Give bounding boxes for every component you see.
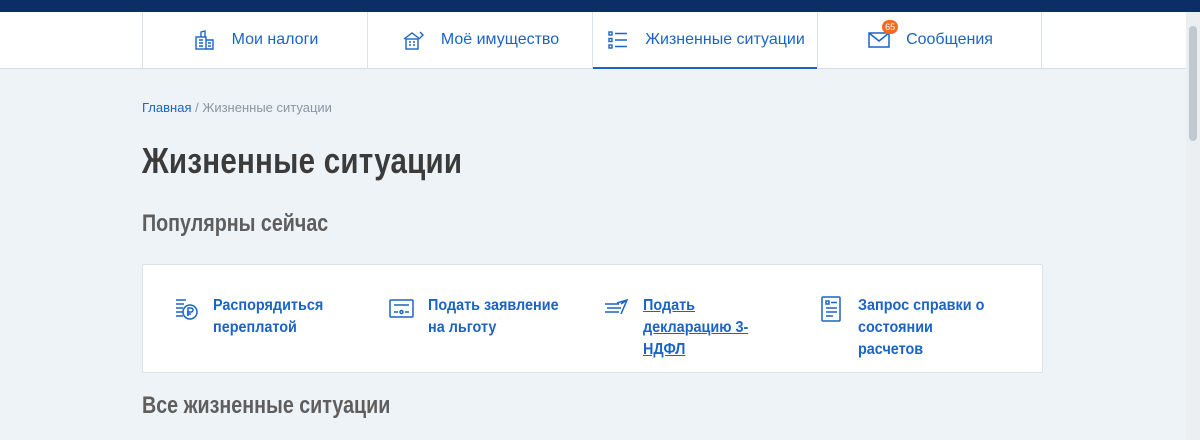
popular-section-title: Популярны сейчас <box>142 210 329 237</box>
vertical-scrollbar[interactable] <box>1186 12 1200 440</box>
breadcrumb: Главная / Жизненные ситуации <box>142 100 332 115</box>
page-title: Жизненные ситуации <box>142 140 463 181</box>
list-icon <box>605 28 631 52</box>
main-nav: Мои налоги Моё имущество Жизненные ситуа… <box>142 12 1043 69</box>
nav-item-label: Сообщения <box>906 31 993 48</box>
popular-item-settlement-certificate[interactable]: Запрос справки о состоянии расчетов <box>818 295 1008 361</box>
popular-item-label: Запрос справки о состоянии расчетов <box>858 297 985 358</box>
popular-item-label: Подать заявление на льготу <box>428 297 559 336</box>
breadcrumb-home-link[interactable]: Главная <box>142 100 191 115</box>
tax-building-icon <box>192 28 218 52</box>
nav-item-label: Жизненные ситуации <box>645 31 805 48</box>
ruble-coin-icon <box>173 295 201 323</box>
declaration-icon <box>603 295 631 323</box>
popular-situations-card: Распорядиться переплатой Подать заявлени… <box>142 264 1043 373</box>
nav-item-label: Моё имущество <box>440 31 560 48</box>
popular-item-label: Подать декларацию 3-НДФЛ <box>643 297 749 358</box>
top-header-band <box>0 0 1200 12</box>
breadcrumb-current: Жизненные ситуации <box>202 100 332 115</box>
property-house-icon <box>401 28 427 52</box>
messages-count-badge: 65 <box>882 20 899 34</box>
nav-item-my-taxes[interactable]: Мои налоги <box>142 12 367 68</box>
popular-item-declaration-3-ndfl[interactable]: Подать декларацию 3-НДФЛ <box>603 295 793 361</box>
nav-item-my-property[interactable]: Моё имущество <box>367 12 592 68</box>
nav-item-messages[interactable]: 65 Сообщения <box>817 12 1042 68</box>
all-situations-title: Все жизненные ситуации <box>142 392 391 419</box>
popular-item-overpayment[interactable]: Распорядиться переплатой <box>173 295 363 339</box>
breadcrumb-separator: / <box>191 100 203 115</box>
scrollbar-thumb[interactable] <box>1189 26 1197 141</box>
main-nav-bar: Мои налоги Моё имущество Жизненные ситуа… <box>0 12 1186 69</box>
nav-item-label: Мои налоги <box>231 31 319 48</box>
nav-item-life-situations[interactable]: Жизненные ситуации <box>592 12 817 69</box>
benefit-form-icon <box>388 295 416 323</box>
envelope-icon: 65 <box>866 20 899 52</box>
certificate-icon <box>818 295 846 323</box>
popular-item-label: Распорядиться переплатой <box>213 297 324 336</box>
popular-item-benefit-application[interactable]: Подать заявление на льготу <box>388 295 578 339</box>
